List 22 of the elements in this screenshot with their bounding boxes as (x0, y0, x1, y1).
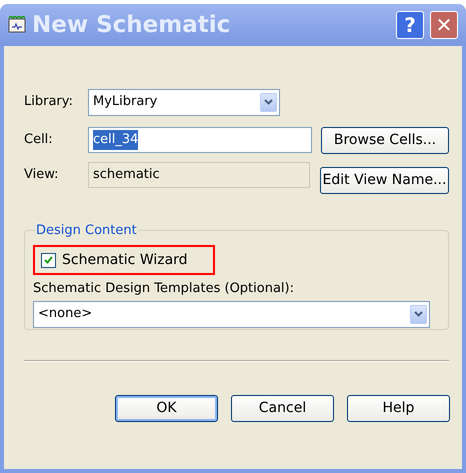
cell-label: Cell: (24, 131, 54, 150)
checkbox-label: Schematic Wizard (62, 250, 188, 270)
window-title: New Schematic (32, 10, 232, 40)
templates-label: Schematic Design Templates (Optional): (33, 280, 295, 298)
check-icon (44, 256, 53, 264)
dialog-button[interactable]: Help (347, 395, 450, 422)
library-dropdown[interactable]: MyLibrary (88, 88, 280, 116)
dropdown-button[interactable] (260, 92, 277, 112)
close-button[interactable]: ✕ (430, 11, 458, 39)
help-button[interactable]: ? (396, 11, 424, 39)
view-label: View: (24, 166, 60, 184)
chevron-down-icon (414, 311, 423, 317)
dialog-button[interactable]: Browse Cells... (321, 126, 449, 154)
dialog-button[interactable]: Cancel (231, 395, 334, 422)
chevron-down-icon (264, 99, 273, 105)
cell-input-field[interactable]: cell_34 (88, 127, 312, 153)
library-label: Library: (24, 93, 74, 112)
dropdown-button[interactable] (410, 304, 427, 324)
templates-dropdown[interactable]: <none> (33, 300, 430, 328)
schematic-app-icon (8, 16, 26, 34)
dialog-button[interactable]: OK (115, 395, 218, 422)
checkbox[interactable] (41, 252, 56, 268)
